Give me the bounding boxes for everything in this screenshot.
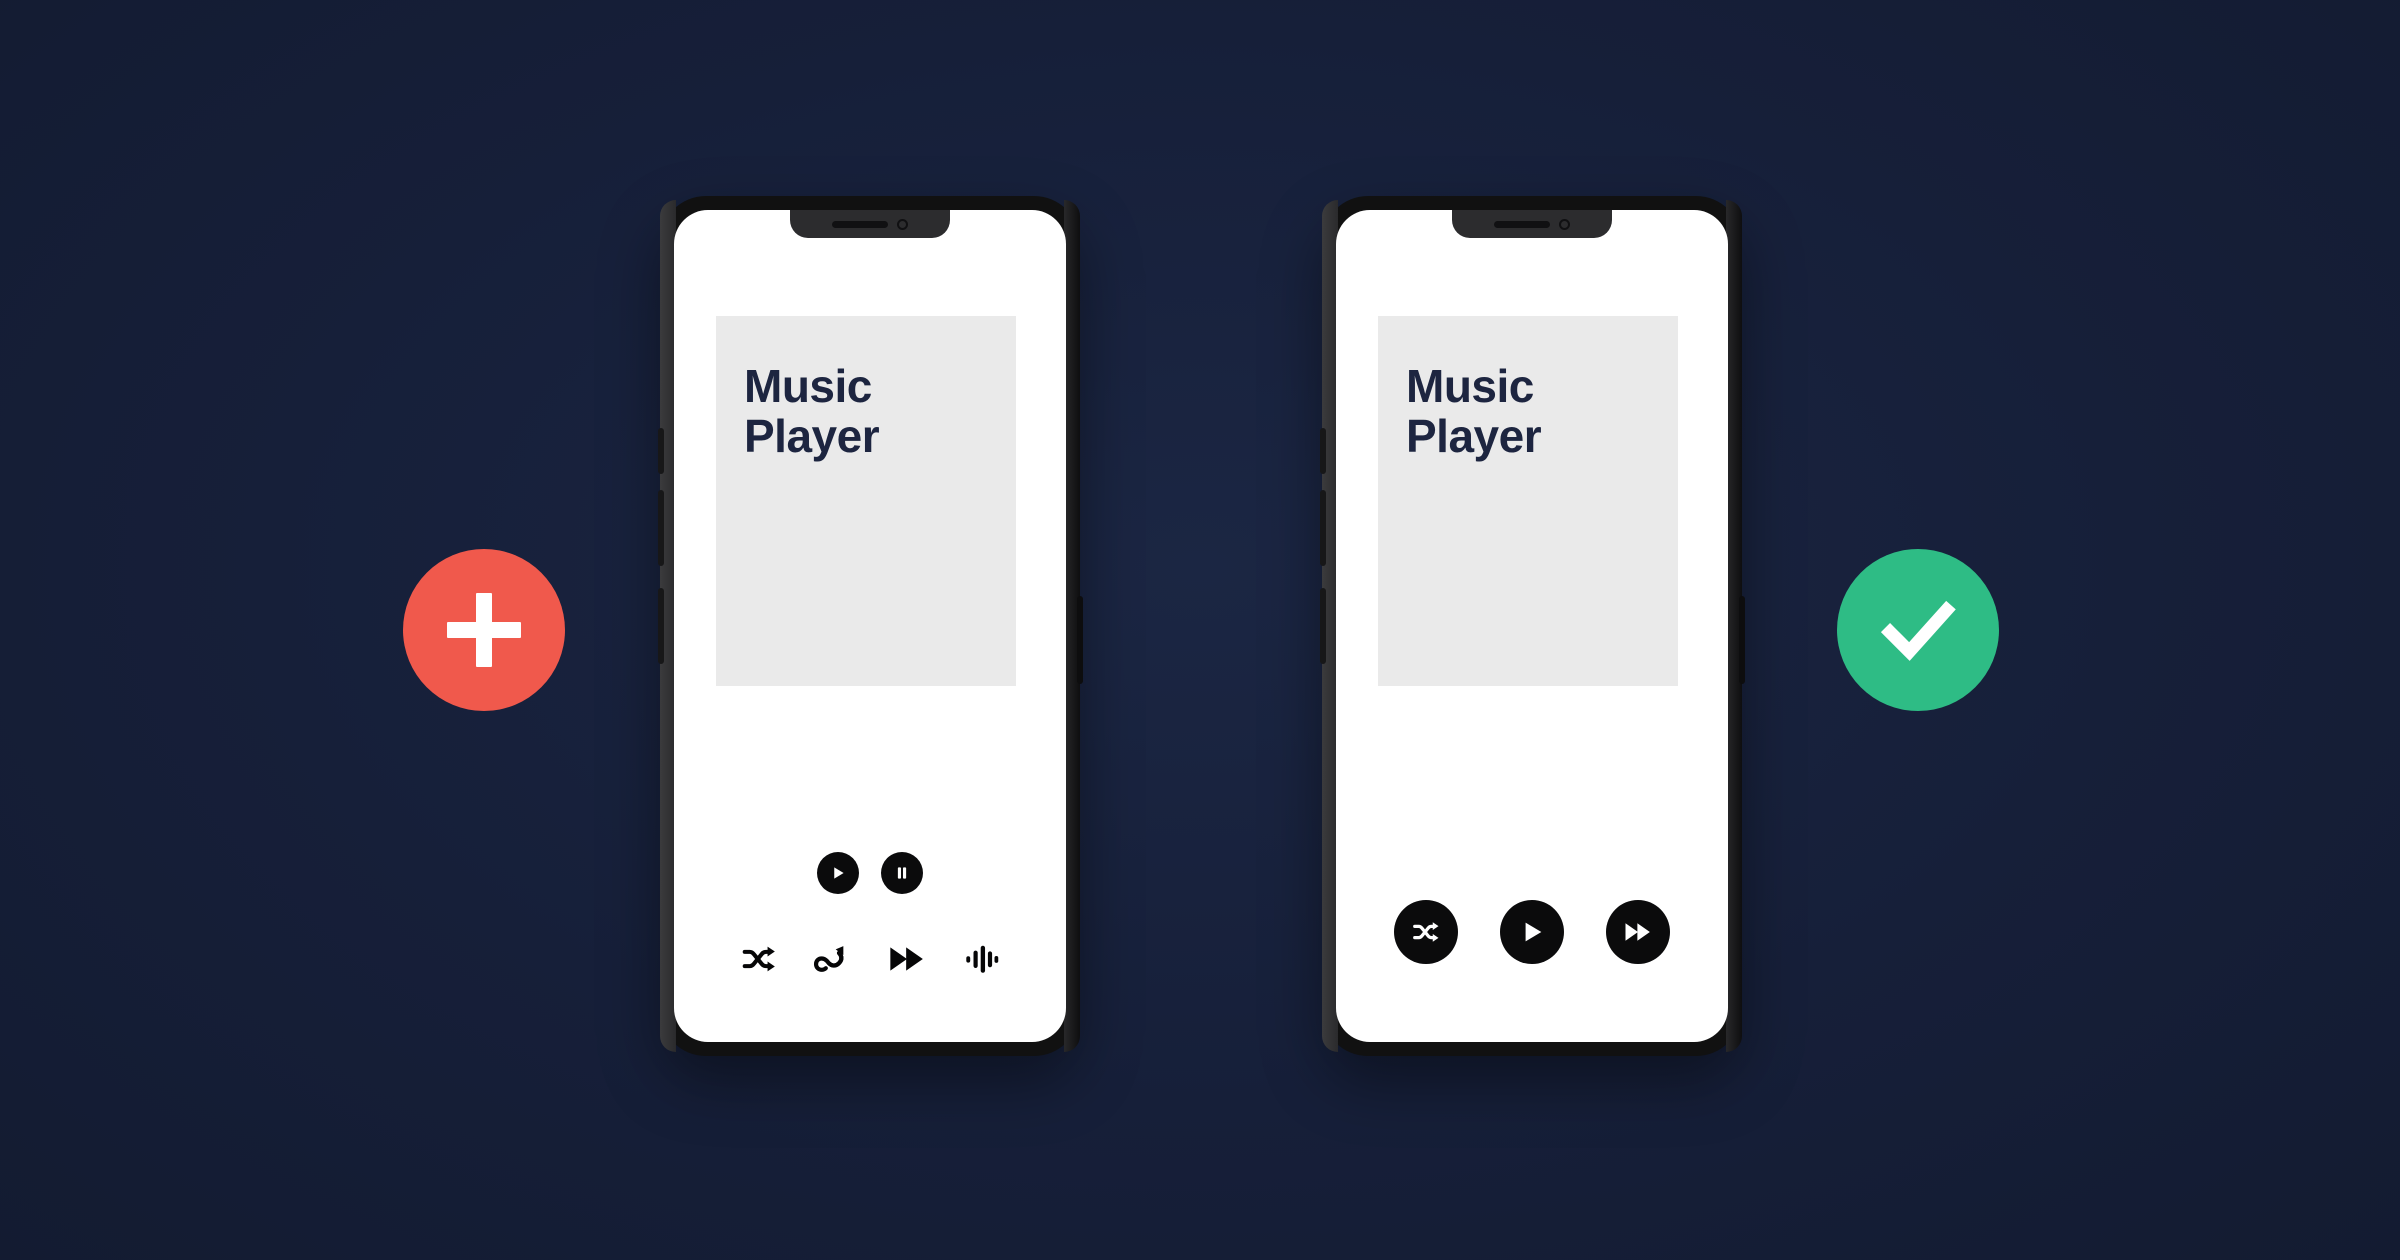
phone-notch [790,210,950,238]
speaker-grille-icon [832,220,888,228]
waveform-icon [966,945,999,973]
phone-notch [1452,210,1612,238]
album-art-placeholder: Music Player [1378,316,1678,686]
pause-icon [897,867,907,879]
shuffle-button[interactable] [1394,900,1458,964]
repeat-button[interactable] [810,936,856,982]
assistant-button[interactable] [658,588,664,664]
check-icon [1880,600,1956,661]
assistant-button[interactable] [1320,588,1326,664]
phone-mockup-correct: Music Player [1320,196,1745,1056]
volume-up-button[interactable] [658,428,664,474]
front-camera-icon [1559,218,1570,230]
shuffle-icon [1413,922,1439,942]
phone-screen-incorrect: Music Player [674,210,1066,1042]
repeat-infinity-icon [813,946,844,972]
album-art-placeholder: Music Player [716,316,1016,686]
good-example-badge [1837,549,1999,711]
speaker-grille-icon [1494,220,1550,228]
play-button[interactable] [817,852,859,894]
shuffle-button[interactable] [736,936,782,982]
player-controls-row-primary [1336,900,1728,964]
plus-icon [447,593,521,667]
power-button[interactable] [1077,596,1083,684]
player-controls-row-primary [674,852,1066,894]
page-title: Music Player [744,360,880,462]
power-button[interactable] [1739,596,1745,684]
pause-button[interactable] [881,852,923,894]
comparison-stage: Music Player Music Player [0,0,2400,1260]
equalizer-button[interactable] [958,936,1004,982]
volume-down-button[interactable] [658,490,664,566]
play-icon [834,867,844,879]
fast-forward-icon [1625,923,1650,941]
volume-down-button[interactable] [1320,490,1326,566]
shuffle-icon [742,946,775,972]
play-button[interactable] [1500,900,1564,964]
fast-forward-icon [890,947,923,971]
phone-mockup-incorrect: Music Player [658,196,1083,1056]
bad-example-badge [403,549,565,711]
phone-screen-correct: Music Player [1336,210,1728,1042]
volume-up-button[interactable] [1320,428,1326,474]
player-controls-row-secondary [674,936,1066,982]
front-camera-icon [897,218,908,230]
page-title: Music Player [1406,360,1542,462]
fast-forward-button[interactable] [884,936,930,982]
play-icon [1525,922,1542,942]
fast-forward-button[interactable] [1606,900,1670,964]
